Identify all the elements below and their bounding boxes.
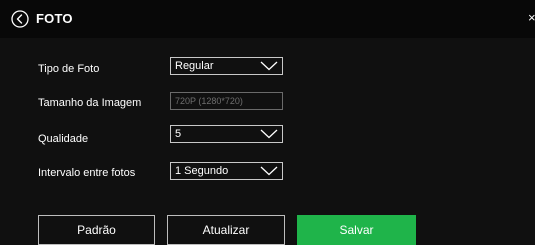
refresh-button[interactable]: Atualizar [167,215,285,245]
interval-label: Intervalo entre fotos [38,167,136,179]
photo-type-value: Regular [175,60,214,72]
chevron-down-icon [260,166,278,176]
interval-select[interactable]: 1 Segundo [170,162,283,180]
photo-type-select[interactable]: Regular [170,57,283,75]
back-button[interactable] [11,10,29,28]
quality-select[interactable]: 5 [170,125,283,143]
chevron-down-icon [260,61,278,71]
header-bar: FOTO × [0,0,535,38]
close-button[interactable]: × [528,10,535,26]
page-title: FOTO [36,11,73,26]
quality-label: Qualidade [38,133,89,145]
chevron-down-icon [260,129,278,139]
chevron-left-circle-icon [11,10,29,28]
photo-settings-panel: FOTO × Tipo de Foto Regular Tamanho da I… [0,0,535,245]
image-size-field: 720P (1280*720) [170,92,283,110]
image-size-value: 720P (1280*720) [175,96,243,106]
photo-type-label: Tipo de Foto [38,63,100,75]
default-button[interactable]: Padrão [38,215,155,245]
quality-value: 5 [175,128,182,140]
image-size-label: Tamanho da Imagem [38,97,142,109]
save-button[interactable]: Salvar [297,215,416,245]
interval-value: 1 Segundo [175,165,229,177]
